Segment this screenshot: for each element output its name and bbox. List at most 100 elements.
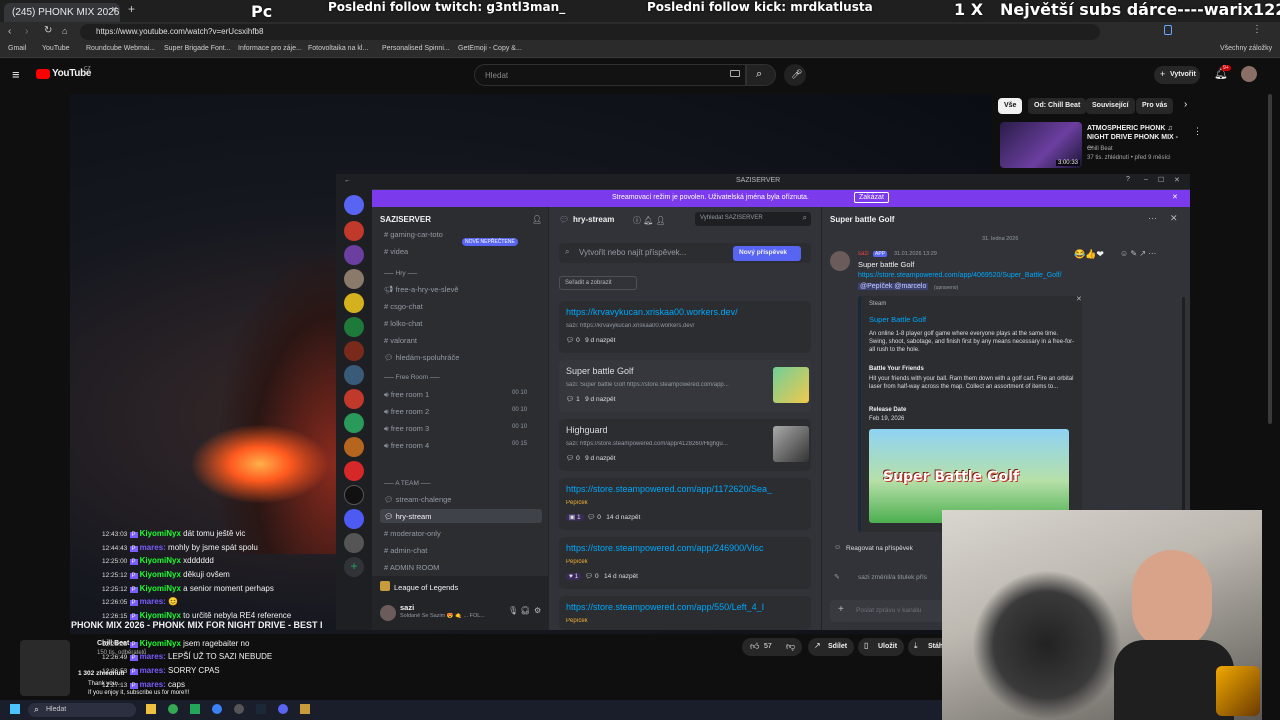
channel-item-selected[interactable]: 💬︎ hry-stream bbox=[380, 509, 542, 523]
forum-post[interactable]: Highguard sazi: https://store.steampower… bbox=[559, 419, 811, 471]
bookmark-spinning[interactable]: Personalised Spinni... bbox=[382, 45, 450, 52]
server-icon[interactable] bbox=[344, 413, 364, 433]
server-icon[interactable] bbox=[344, 509, 364, 529]
sort-button[interactable]: Seřadit a zobrazit bbox=[559, 276, 637, 290]
bookmark-gmail[interactable]: Gmail bbox=[8, 45, 26, 52]
minimize-icon[interactable]: – bbox=[1144, 176, 1148, 183]
bookmark-font[interactable]: Super Brigade Font... bbox=[164, 45, 231, 52]
channel-item[interactable]: 💬︎ stream-chalenge bbox=[380, 492, 542, 506]
channel-item[interactable]: # valorant bbox=[380, 333, 542, 347]
close-embed-icon[interactable]: ✕ bbox=[1076, 295, 1082, 303]
bookmark-info[interactable]: Informace pro záje... bbox=[238, 45, 302, 52]
message-link[interactable]: https://store.steampowered.com/app/40695… bbox=[858, 272, 1062, 279]
url-field[interactable]: https://www.youtube.com/watch?v=erUcsxih… bbox=[80, 24, 1100, 40]
like-icon[interactable]: 👍︎ bbox=[750, 641, 759, 652]
server-icon[interactable] bbox=[344, 341, 364, 361]
bookmark-fotovoltaika[interactable]: Fotovoltaika na kl... bbox=[308, 45, 368, 52]
close-thread-icon[interactable]: ✕ bbox=[1170, 213, 1178, 224]
channel-item[interactable]: # admin-chat bbox=[380, 543, 542, 557]
headphones-icon[interactable]: 🎧︎ bbox=[520, 606, 530, 615]
server-icon[interactable] bbox=[344, 461, 364, 481]
close-icon[interactable]: ✕ bbox=[1174, 176, 1180, 184]
create-button[interactable]: + Vytvořit bbox=[1154, 66, 1200, 84]
user-avatar[interactable] bbox=[380, 605, 396, 621]
home-icon[interactable] bbox=[344, 195, 364, 215]
maximize-icon[interactable]: ☐ bbox=[1158, 176, 1164, 184]
bookmark-youtube[interactable]: YouTube bbox=[42, 45, 70, 52]
avatar[interactable] bbox=[1241, 66, 1257, 82]
channel-item[interactable]: # lolko-chat bbox=[380, 316, 542, 330]
bookmark-getemoji[interactable]: GetEmoji - Copy &... bbox=[458, 45, 522, 52]
author-avatar[interactable] bbox=[830, 251, 850, 271]
message-actions-icon[interactable]: ☺ ✎ ↗ ⋯ bbox=[1120, 249, 1156, 258]
recommended-channel[interactable]: Chill Beat bbox=[1087, 146, 1113, 152]
help-icon[interactable]: ? bbox=[1126, 176, 1130, 183]
channel-item[interactable]: # moderator-only bbox=[380, 526, 542, 540]
keyboard-icon[interactable] bbox=[730, 70, 740, 77]
obs-icon[interactable] bbox=[234, 704, 244, 714]
close-tab-icon[interactable]: ✕ bbox=[111, 5, 118, 14]
forum-post-selected[interactable]: Super battle Golf sazi: Super battle Gol… bbox=[559, 360, 811, 412]
extension-icon[interactable] bbox=[1164, 25, 1172, 35]
server-icon[interactable] bbox=[344, 533, 364, 553]
voice-search-button[interactable]: 🎤︎ bbox=[784, 64, 806, 86]
server-name[interactable]: SAZISERVER bbox=[380, 215, 431, 224]
forum-post[interactable]: https://store.steampowered.com/app/24690… bbox=[559, 537, 811, 589]
server-search-input[interactable]: Vyhledat SAZISERVER ⌕ bbox=[695, 212, 811, 226]
forum-post[interactable]: https://krvavykucan.xriskaa00.workers.de… bbox=[559, 301, 811, 353]
recommended-thumbnail[interactable]: 3:00:33 bbox=[1000, 122, 1082, 168]
category-hry[interactable]: ⎯⎯⎯ Hry ⎯⎯⎯ bbox=[384, 270, 417, 278]
embed-image[interactable]: Super Battle Golf bbox=[869, 429, 1069, 523]
more-options-icon[interactable]: ⋯ bbox=[1148, 213, 1157, 224]
settings-gear-icon[interactable]: ⚙ bbox=[534, 606, 541, 615]
chip-related[interactable]: Související bbox=[1086, 98, 1135, 114]
channel-item[interactable]: 💬︎ hledám-spoluhráče bbox=[380, 350, 542, 364]
chip-all[interactable]: Vše bbox=[998, 98, 1023, 114]
chrome-icon[interactable] bbox=[168, 704, 178, 714]
menu-icon[interactable]: ⋮ bbox=[1252, 24, 1262, 35]
voice-channel-item[interactable]: 🔊︎ free room 3 00 10 bbox=[380, 421, 542, 435]
channel-item[interactable]: # csgo-chat bbox=[380, 299, 542, 313]
voice-channel-item[interactable]: 🔊︎ free room 1 00 10 bbox=[380, 387, 542, 401]
add-server-icon[interactable]: + bbox=[344, 557, 364, 577]
message-mentions[interactable]: @Pepíček @marcelo bbox=[858, 283, 929, 290]
server-icon[interactable] bbox=[344, 485, 364, 505]
windows-start-icon[interactable] bbox=[10, 704, 20, 714]
server-icon[interactable] bbox=[344, 221, 364, 241]
server-icon[interactable] bbox=[344, 293, 364, 313]
author-name[interactable]: sazi bbox=[858, 251, 869, 257]
server-icon[interactable] bbox=[344, 317, 364, 337]
more-options-icon[interactable]: ⋮ bbox=[1193, 126, 1202, 137]
chip-for-you[interactable]: Pro vás bbox=[1136, 98, 1174, 114]
disable-streamer-mode-button[interactable]: Zakázat bbox=[854, 192, 889, 203]
forward-icon[interactable]: › bbox=[25, 26, 28, 37]
attach-plus-icon[interactable]: + bbox=[838, 604, 844, 615]
channel-item[interactable]: 📢︎ free-a-hry-ve-slevě bbox=[380, 282, 542, 296]
scrollbar[interactable] bbox=[1268, 94, 1272, 424]
react-label[interactable]: Reagovat na příspěvek bbox=[846, 545, 913, 552]
search-input[interactable]: Hledat bbox=[474, 64, 746, 86]
embed-title[interactable]: Super Battle Golf bbox=[869, 315, 926, 324]
save-button[interactable]: ▯ Uložit bbox=[858, 638, 904, 656]
channel-item[interactable]: # videa bbox=[380, 244, 542, 258]
home-icon[interactable]: ⌂ bbox=[62, 26, 67, 36]
message-reactions[interactable]: 😂👍❤ bbox=[1074, 249, 1104, 260]
category-team[interactable]: ⎯⎯⎯ A TEAM ⎯⎯⎯ bbox=[384, 480, 431, 488]
back-icon[interactable]: ‹ bbox=[8, 26, 11, 37]
chip-from-channel[interactable]: Od: Chill Beat bbox=[1028, 98, 1087, 114]
user-name[interactable]: sazi bbox=[400, 603, 414, 612]
react-icon[interactable]: ☺ bbox=[834, 544, 841, 551]
share-button[interactable]: ↗ Sdílet bbox=[808, 638, 854, 656]
reload-icon[interactable]: ↻ bbox=[44, 25, 52, 36]
server-icon[interactable] bbox=[344, 389, 364, 409]
bookmark-roundcube[interactable]: Roundcube Webmai... bbox=[86, 45, 155, 52]
new-post-button[interactable]: Nový příspěvek bbox=[733, 246, 801, 261]
channel-item[interactable]: # gaming-car-toto bbox=[380, 227, 542, 241]
voice-channel-item[interactable]: 🔊︎ free room 4 00 15 bbox=[380, 438, 542, 452]
hamburger-icon[interactable]: ≡ bbox=[12, 67, 20, 82]
channel-item[interactable]: # ADMIN ROOM bbox=[380, 560, 542, 574]
back-arrow-icon[interactable]: ← bbox=[344, 177, 351, 184]
league-icon[interactable] bbox=[300, 704, 310, 714]
activity-bar[interactable]: League of Legends bbox=[372, 576, 548, 598]
steam-icon[interactable] bbox=[256, 704, 266, 714]
